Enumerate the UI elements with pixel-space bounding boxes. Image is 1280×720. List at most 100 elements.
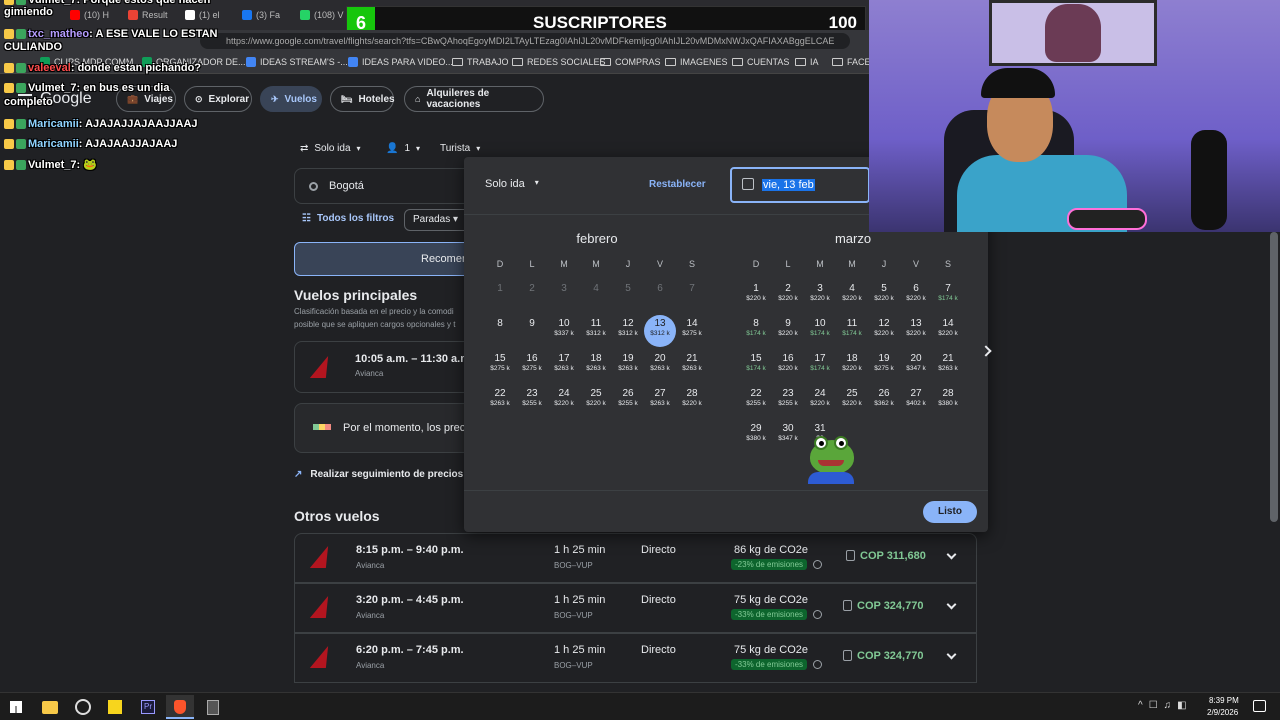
- browser-tab[interactable]: (10) H: [70, 6, 122, 24]
- calendar-day[interactable]: 16 $220 k: [772, 350, 804, 382]
- bookmark-item[interactable]: IMAGENES: [665, 57, 728, 67]
- recommended-tab[interactable]: Recomen: [294, 242, 474, 276]
- browser-tab[interactable]: (108) V: [300, 6, 352, 24]
- calendar-day[interactable]: 26 $255 k: [612, 385, 644, 417]
- calendar-day[interactable]: 5: [612, 280, 644, 312]
- expand-chevron-icon[interactable]: [946, 549, 957, 560]
- url-field[interactable]: https://www.google.com/travel/flights/se…: [200, 33, 850, 49]
- browser-tab[interactable]: (1) el: [185, 6, 237, 24]
- main-flight-card[interactable]: 10:05 a.m. – 11:30 a.m Avianca: [294, 341, 474, 393]
- tab-explorar[interactable]: ⊙ Explorar: [184, 86, 252, 112]
- calendar-day[interactable]: 12 $220 k: [868, 315, 900, 347]
- picker-trip-type[interactable]: Solo ida ▾: [485, 178, 539, 190]
- calendar-day[interactable]: 17 $174 k: [804, 350, 836, 382]
- calendar-day[interactable]: 28 $220 k: [676, 385, 708, 417]
- page-scrollbar[interactable]: [1270, 232, 1278, 522]
- calendar-day[interactable]: 29 $380 k: [740, 420, 772, 452]
- notifications-icon[interactable]: [1253, 700, 1266, 712]
- calendar-day[interactable]: 25 $220 k: [580, 385, 612, 417]
- departure-date-input[interactable]: vie, 13 feb: [730, 167, 870, 203]
- flight-row[interactable]: 8:15 p.m. – 9:40 p.m. Avianca 1 h 25 min BO…: [294, 533, 977, 583]
- calendar-day[interactable]: 5 $220 k: [868, 280, 900, 312]
- calendar-day[interactable]: 9 $220 k: [772, 315, 804, 347]
- all-filters-button[interactable]: ☷ Todos los filtros: [302, 213, 394, 224]
- tab-hoteles[interactable]: 🛏 Hoteles: [330, 86, 395, 112]
- expand-chevron-icon[interactable]: [946, 649, 957, 660]
- calendar-day[interactable]: 1 $220 k: [740, 280, 772, 312]
- file-explorer-icon[interactable]: [42, 701, 58, 714]
- cabin-select[interactable]: Turista ▾: [440, 143, 480, 154]
- calendar-day[interactable]: 6 $220 k: [900, 280, 932, 312]
- bookmark-item[interactable]: IDEAS PARA VIDEO...: [348, 57, 453, 67]
- calendar-day[interactable]: 9: [516, 315, 548, 347]
- system-tray-icons[interactable]: ^☐♫◧: [1138, 700, 1193, 711]
- bookmark-item[interactable]: REDES SOCIALES: [512, 57, 606, 67]
- sticky-notes-icon[interactable]: [108, 700, 122, 714]
- calendar-day[interactable]: 21 $263 k: [932, 350, 964, 382]
- calendar-day[interactable]: 23 $255 k: [516, 385, 548, 417]
- calendar-day[interactable]: 8: [484, 315, 516, 347]
- bookmark-item[interactable]: COMPRAS: [600, 57, 661, 67]
- calendar-day[interactable]: 3: [548, 280, 580, 312]
- flight-row[interactable]: 3:20 p.m. – 4:45 p.m. Avianca 1 h 25 min BO…: [294, 583, 977, 633]
- tab-alquileres-de-vacaciones[interactable]: ⌂ Alquileres de vacaciones: [404, 86, 544, 112]
- calendar-day[interactable]: 25 $220 k: [836, 385, 868, 417]
- calculator-icon[interactable]: [207, 700, 219, 715]
- done-button[interactable]: Listo: [923, 501, 977, 523]
- bookmark-item[interactable]: TRABAJO: [452, 57, 509, 67]
- calendar-day[interactable]: 21 $263 k: [676, 350, 708, 382]
- calendar-day[interactable]: 24 $220 k: [548, 385, 580, 417]
- calendar-day[interactable]: 2 $220 k: [772, 280, 804, 312]
- calendar-day[interactable]: 30 $347 k: [772, 420, 804, 452]
- origin-field[interactable]: Bogotá: [294, 168, 474, 204]
- calendar-day[interactable]: 11 $312 k: [580, 315, 612, 347]
- calendar-day[interactable]: 10 $174 k: [804, 315, 836, 347]
- calendar-day[interactable]: 3 $220 k: [804, 280, 836, 312]
- calendar-day[interactable]: 13 $312 k: [644, 315, 676, 347]
- tab-vuelos[interactable]: ✈ Vuelos: [260, 86, 322, 112]
- calendar-day[interactable]: 7: [676, 280, 708, 312]
- calendar-day[interactable]: 26 $362 k: [868, 385, 900, 417]
- calendar-day[interactable]: 24 $220 k: [804, 385, 836, 417]
- info-icon[interactable]: [813, 610, 822, 619]
- calendar-day[interactable]: 16 $275 k: [516, 350, 548, 382]
- calendar-day[interactable]: 19 $275 k: [868, 350, 900, 382]
- trip-type-select[interactable]: ⇄ Solo ida ▾: [300, 143, 361, 154]
- calendar-day[interactable]: 15 $275 k: [484, 350, 516, 382]
- clock-time[interactable]: 8:39 PM: [1209, 696, 1239, 705]
- calendar-day[interactable]: 10 $337 k: [548, 315, 580, 347]
- calendar-day[interactable]: 27 $402 k: [900, 385, 932, 417]
- info-icon[interactable]: [813, 660, 822, 669]
- calendar-day[interactable]: 20 $263 k: [644, 350, 676, 382]
- calendar-day[interactable]: 11 $174 k: [836, 315, 868, 347]
- calendar-day[interactable]: 19 $263 k: [612, 350, 644, 382]
- calendar-day[interactable]: 27 $263 k: [644, 385, 676, 417]
- calendar-day[interactable]: 28 $380 k: [932, 385, 964, 417]
- calendar-day[interactable]: 1: [484, 280, 516, 312]
- calendar-day[interactable]: 2: [516, 280, 548, 312]
- bookmark-item[interactable]: IDEAS STREAM'S -...: [246, 57, 348, 67]
- obs-icon[interactable]: [75, 699, 91, 715]
- calendar-day[interactable]: 22 $263 k: [484, 385, 516, 417]
- premiere-icon[interactable]: Pr: [141, 700, 155, 714]
- passengers-select[interactable]: 👤 1 ▾: [386, 143, 420, 154]
- next-month-icon[interactable]: [980, 345, 992, 357]
- calendar-day[interactable]: 22 $255 k: [740, 385, 772, 417]
- browser-tab[interactable]: Result: [128, 6, 180, 24]
- clock-date[interactable]: 2/9/2026: [1207, 708, 1238, 717]
- calendar-day[interactable]: 4 $220 k: [836, 280, 868, 312]
- track-prices-toggle[interactable]: ↗ Realizar seguimiento de precios: [294, 469, 464, 480]
- calendar-day[interactable]: 13 $220 k: [900, 315, 932, 347]
- info-icon[interactable]: [813, 560, 822, 569]
- bookmark-item[interactable]: IA: [795, 57, 819, 67]
- calendar-day[interactable]: 17 $263 k: [548, 350, 580, 382]
- calendar-day[interactable]: 12 $312 k: [612, 315, 644, 347]
- calendar-day[interactable]: 18 $220 k: [836, 350, 868, 382]
- reset-button[interactable]: Restablecer: [649, 179, 706, 190]
- windows-start-icon[interactable]: [10, 701, 22, 713]
- calendar-day[interactable]: 18 $263 k: [580, 350, 612, 382]
- calendar-day[interactable]: 23 $255 k: [772, 385, 804, 417]
- calendar-day[interactable]: 14 $275 k: [676, 315, 708, 347]
- calendar-day[interactable]: 14 $220 k: [932, 315, 964, 347]
- calendar-day[interactable]: 15 $174 k: [740, 350, 772, 382]
